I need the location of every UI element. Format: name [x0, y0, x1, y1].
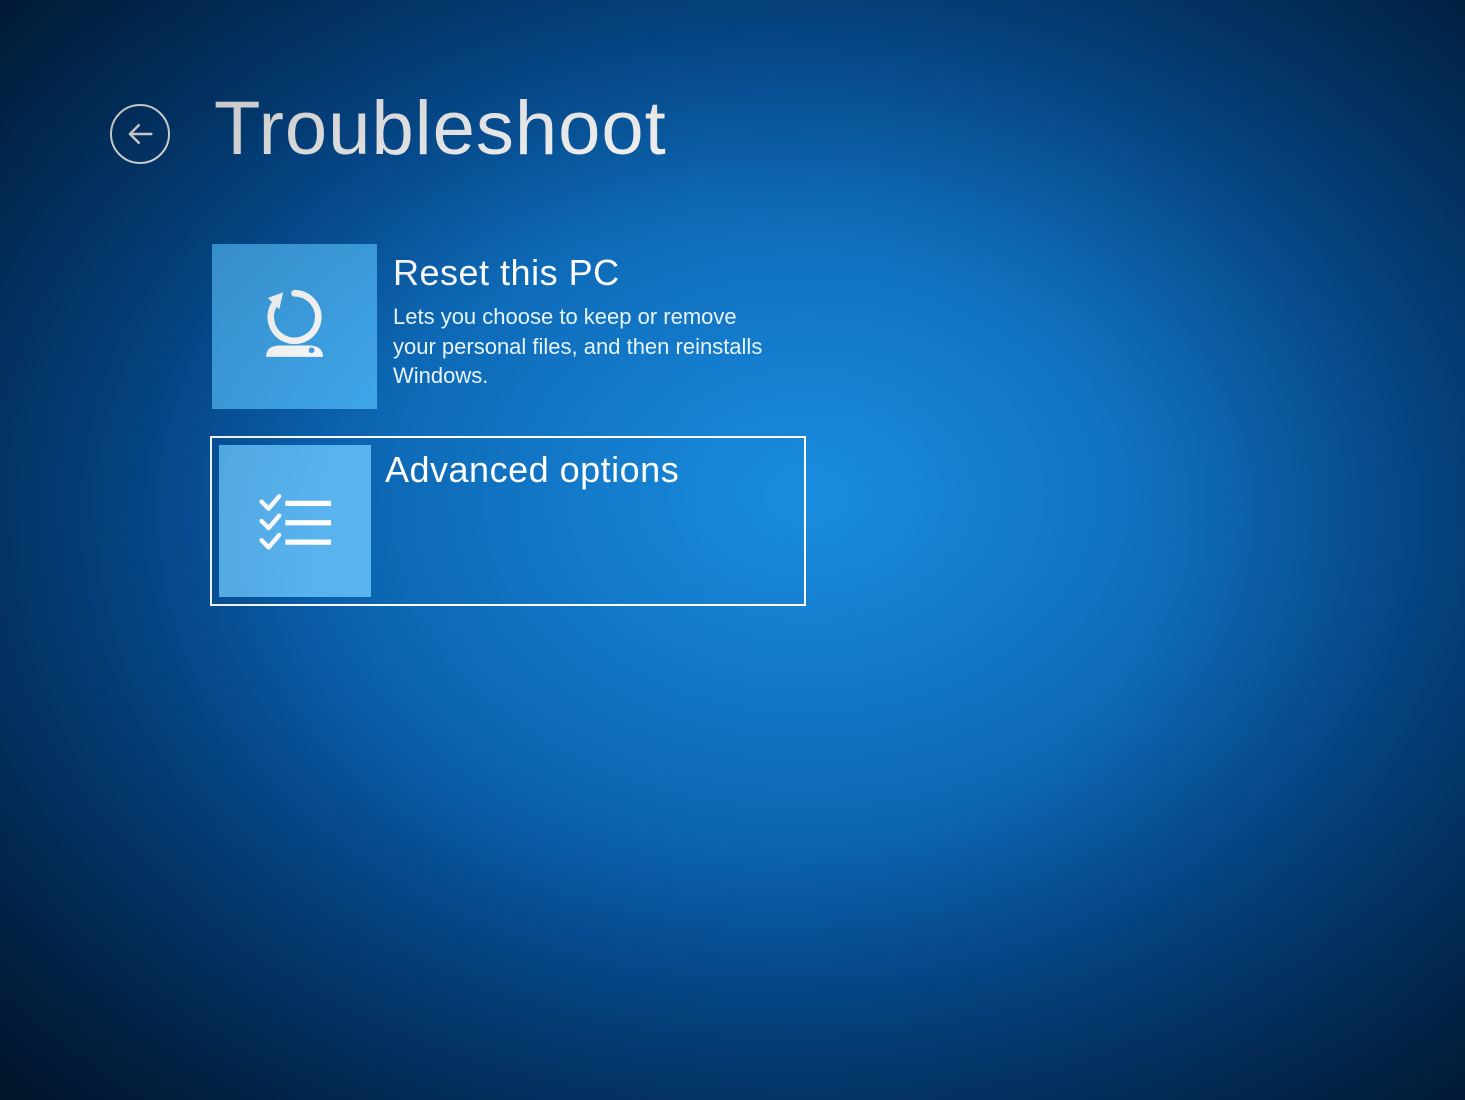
option-advanced-options[interactable]: Advanced options [210, 436, 806, 606]
option-description: Lets you choose to keep or remove your p… [393, 302, 783, 391]
page-title: Troubleshoot [214, 85, 667, 172]
option-text-block: Reset this PC Lets you choose to keep or… [393, 244, 783, 410]
back-button[interactable] [110, 104, 170, 164]
option-title: Reset this PC [393, 252, 783, 294]
reset-icon [247, 279, 342, 374]
back-arrow-icon [125, 119, 155, 149]
checklist-icon [251, 477, 339, 565]
option-text-block: Advanced options [385, 445, 679, 597]
reset-icon-box [212, 244, 377, 409]
header: Troubleshoot [110, 85, 1465, 172]
option-reset-this-pc[interactable]: Reset this PC Lets you choose to keep or… [210, 242, 806, 412]
option-title: Advanced options [385, 449, 679, 491]
options-list: Reset this PC Lets you choose to keep or… [210, 242, 1465, 606]
checklist-icon-box [219, 445, 371, 597]
troubleshoot-screen: Troubleshoot Reset this PC Lets you choo… [0, 0, 1465, 606]
